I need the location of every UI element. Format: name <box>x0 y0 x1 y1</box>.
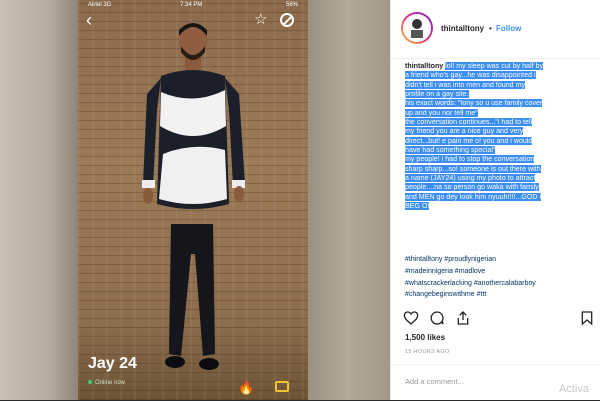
caption-line: my friend you are a nice guy and very <box>405 127 524 136</box>
post-header: thintalltony • Follow <box>391 0 600 59</box>
online-status-label: Online now <box>95 380 126 386</box>
caption-line: have had something special" <box>405 146 496 155</box>
caption-username[interactable]: thintalltony <box>405 62 443 70</box>
hashtag-line[interactable]: #whatscrackerlacking #anothercalabarboy <box>405 278 595 290</box>
heart-icon[interactable] <box>403 310 419 326</box>
caption-line: and MEN go dey look him nyuuh!!!!...GOD … <box>405 192 542 201</box>
bookmark-icon[interactable] <box>579 310 595 326</box>
caption-line: people....na so person go waka with fami… <box>405 183 539 192</box>
avatar-image <box>403 14 431 42</box>
hashtags: #thintalltony #proudlynigerian #madeinni… <box>405 254 595 301</box>
caption-line: the conversation continues..."i had to t… <box>405 118 533 127</box>
person-photo <box>142 23 245 370</box>
header-username[interactable]: thintalltony <box>441 24 484 33</box>
star-icon[interactable]: ☆ <box>254 12 270 28</box>
carrier-label: Airtel 3G <box>88 2 112 8</box>
back-icon[interactable]: ‹ <box>86 11 102 29</box>
caption-line: a name (JAY24) using my photo to attract <box>405 174 536 183</box>
post-actions <box>403 310 595 328</box>
profile-name: Jay 24 <box>88 355 137 372</box>
avatar-logo-icon <box>403 14 431 42</box>
caption-line: his exact words: "tony so u use family c… <box>405 99 543 108</box>
add-comment-placeholder[interactable]: Add a comment... <box>405 377 464 386</box>
instagram-post-panel: thintalltony • Follow thintalltony lol! … <box>390 0 600 400</box>
hashtag-line[interactable]: #thintalltony #proudlynigerian <box>405 254 595 266</box>
block-icon[interactable] <box>280 13 294 27</box>
separator-dot: • <box>489 24 492 33</box>
caption-line: profile on a gay site. <box>405 90 469 99</box>
status-bar: Airtel 3G 7:34 PM 56% <box>78 0 308 12</box>
post-caption: thintalltony lol! my sleep was cut by ha… <box>405 62 595 212</box>
online-status: Online now <box>88 380 125 386</box>
follow-button[interactable]: Follow <box>496 24 521 33</box>
hashtag-line[interactable]: #madeinnigeria #madlove <box>405 266 595 278</box>
caption-line: sharp sharp...so! someone is out there w… <box>405 164 541 173</box>
avatar[interactable] <box>401 12 433 44</box>
comment-icon[interactable] <box>429 310 445 326</box>
caption-line: up and you nor tell me" <box>405 108 478 117</box>
post-timestamp: 15 HOURS AGO <box>405 349 450 355</box>
background-middle <box>305 0 390 400</box>
share-icon[interactable] <box>455 310 471 326</box>
status-time: 7:34 PM <box>180 2 203 8</box>
activate-windows-watermark: Activa <box>559 383 589 395</box>
battery-label: 56% <box>285 2 298 8</box>
caption-line: direct...but! e pain me o! you and i wou… <box>405 136 533 145</box>
tap-icon[interactable]: 🔥 <box>238 380 254 395</box>
grindr-profile-screenshot: Airtel 3G 7:34 PM 56% ‹ ☆ Jay 24 Online … <box>78 0 308 400</box>
chat-icon[interactable] <box>275 381 289 392</box>
caption-line: a friend who's gay...he was disappointed… <box>405 71 536 80</box>
caption-line: didn't tell i was into men and found my <box>405 80 526 89</box>
likes-count[interactable]: 1,500 likes <box>405 333 445 342</box>
caption-line: my people! i had to stop the conversatio… <box>405 155 535 164</box>
hashtag-line[interactable]: #changebeginswithme #ttt <box>405 289 595 301</box>
online-dot-icon <box>88 380 92 385</box>
caption-line: lol! my sleep was cut by half by <box>445 62 543 70</box>
caption-line: BEG O! <box>405 202 430 211</box>
background-left <box>0 0 80 400</box>
